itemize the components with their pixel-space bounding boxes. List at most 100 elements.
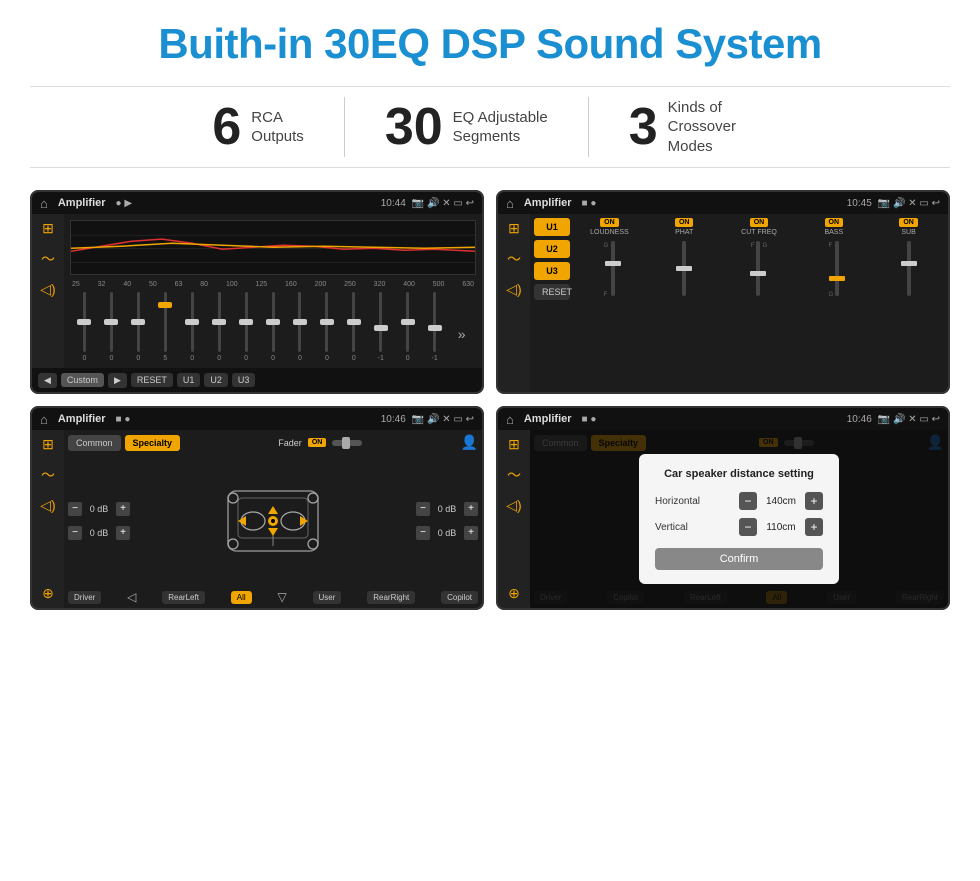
eq-thumb-2[interactable] [131,319,145,325]
cutfreq-thumb[interactable] [750,271,766,276]
tab-specialty-amp3[interactable]: Specialty [125,435,181,451]
home-icon-amp4[interactable]: ⌂ [506,412,514,427]
db-minus-right-bot[interactable]: − [416,526,430,540]
eq-track-13[interactable] [433,292,436,352]
eq-track-1[interactable] [110,292,113,352]
eq-track-7[interactable] [272,292,275,352]
eq-thumb-13[interactable] [428,325,442,331]
vertical-input-group: − 110cm + [739,518,823,536]
rearleft-btn[interactable]: RearLeft [162,591,205,604]
eq-thumb-8[interactable] [293,319,307,325]
fader-on-badge: ON [308,438,327,447]
all-btn[interactable]: All [231,591,252,604]
eq-reset-btn[interactable]: RESET [131,373,173,387]
loudness-ticks: GF [604,243,609,298]
bass-thumb[interactable] [829,276,845,281]
eq-thumb-1[interactable] [104,319,118,325]
eq-icon-amp4[interactable]: ⊞ [508,436,520,453]
eq-thumb-10[interactable] [347,319,361,325]
eq-track-0[interactable] [83,292,86,352]
surround-icon-amp4[interactable]: ⊕ [508,585,520,602]
user-btn[interactable]: User [313,591,342,604]
wave-icon-amp2[interactable]: 〜 [507,249,521,269]
eq-track-2[interactable] [137,292,140,352]
preset-u3[interactable]: U3 [534,262,570,280]
db-plus-left-top[interactable]: + [116,502,130,516]
eq-thumb-0[interactable] [77,319,91,325]
speaker-icon-amp2[interactable]: ◁) [506,281,521,298]
cutfreq-slider[interactable] [756,241,760,296]
phat-thumb[interactable] [676,266,692,271]
eq-track-4[interactable] [191,292,194,352]
eq-track-10[interactable] [352,292,355,352]
fader-thumb[interactable] [342,437,350,449]
eq-track-5[interactable] [218,292,221,352]
eq-graph [70,220,476,275]
stat-rca: 6 RCAOutputs [172,101,343,153]
bass-slider[interactable] [835,241,839,296]
wave-icon[interactable]: 〜 [41,249,55,269]
db-minus-right-top[interactable]: − [416,502,430,516]
loudness-slider[interactable] [611,241,615,296]
eq-icon-amp3[interactable]: ⊞ [42,436,54,453]
eq-track-3[interactable] [164,292,167,352]
eq-thumb-7[interactable] [266,319,280,325]
loudness-thumb[interactable] [605,261,621,266]
db-minus-left-top[interactable]: − [68,502,82,516]
home-icon-eq[interactable]: ⌂ [40,196,48,211]
eq-thumb-4[interactable] [185,319,199,325]
surround-icon-amp3[interactable]: ⊕ [42,585,54,602]
rearright-btn[interactable]: RearRight [367,591,415,604]
tab-common-amp3[interactable]: Common [68,435,121,451]
eq-thumb-11[interactable] [374,325,388,331]
eq-u3-btn[interactable]: U3 [232,373,256,387]
user-settings-icon[interactable]: 👤 [461,434,478,451]
home-icon-amp3[interactable]: ⌂ [40,412,48,427]
eq-play-btn[interactable]: ▶ [108,373,127,388]
eq-thumb-12[interactable] [401,319,415,325]
device-amp2: ⌂ Amplifier ■ ● 10:45 📷 🔊 ✕ ▭ ↩ ⊞ 〜 ◁) [498,192,948,392]
db-plus-right-top[interactable]: + [464,502,478,516]
driver-btn[interactable]: Driver [68,591,101,604]
db-plus-right-bot[interactable]: + [464,526,478,540]
horizontal-minus-btn[interactable]: − [739,492,757,510]
freq-32: 32 [98,281,106,288]
eq-thumb-5[interactable] [212,319,226,325]
eq-track-12[interactable] [406,292,409,352]
sub-on: ON [899,218,918,227]
db-plus-left-bot[interactable]: + [116,526,130,540]
eq-thumb-6[interactable] [239,319,253,325]
vertical-plus-btn[interactable]: + [805,518,823,536]
eq-track-11[interactable] [379,292,382,352]
speaker-icon[interactable]: ◁) [40,281,55,298]
eq-val-8: 0 [298,355,302,362]
home-icon-amp2[interactable]: ⌂ [506,196,514,211]
vertical-minus-btn[interactable]: − [739,518,757,536]
wave-icon-amp4[interactable]: 〜 [507,465,521,485]
eq-track-8[interactable] [298,292,301,352]
wave-icon-amp3[interactable]: 〜 [41,465,55,485]
preset-u2[interactable]: U2 [534,240,570,258]
eq-custom-btn[interactable]: Custom [61,373,104,387]
eq-icon[interactable]: ⊞ [42,220,54,237]
fader-slider[interactable] [332,440,362,446]
eq-track-9[interactable] [325,292,328,352]
eq-thumb-3[interactable] [158,302,172,308]
db-minus-left-bot[interactable]: − [68,526,82,540]
phat-slider[interactable] [682,241,686,296]
eq-u2-btn[interactable]: U2 [204,373,228,387]
confirm-button[interactable]: Confirm [655,548,823,570]
eq-u1-btn[interactable]: U1 [177,373,201,387]
eq-icon-amp2[interactable]: ⊞ [508,220,520,237]
horizontal-plus-btn[interactable]: + [805,492,823,510]
eq-prev-btn[interactable]: ◀ [38,373,57,388]
speaker-icon-amp3[interactable]: ◁) [40,497,55,514]
sub-thumb[interactable] [901,261,917,266]
preset-u1[interactable]: U1 [534,218,570,236]
sub-slider[interactable] [907,241,911,296]
speaker-icon-amp4[interactable]: ◁) [506,497,521,514]
copilot-btn[interactable]: Copilot [441,591,478,604]
eq-track-6[interactable] [245,292,248,352]
amp2-reset-btn[interactable]: RESET [534,284,570,300]
eq-thumb-9[interactable] [320,319,334,325]
